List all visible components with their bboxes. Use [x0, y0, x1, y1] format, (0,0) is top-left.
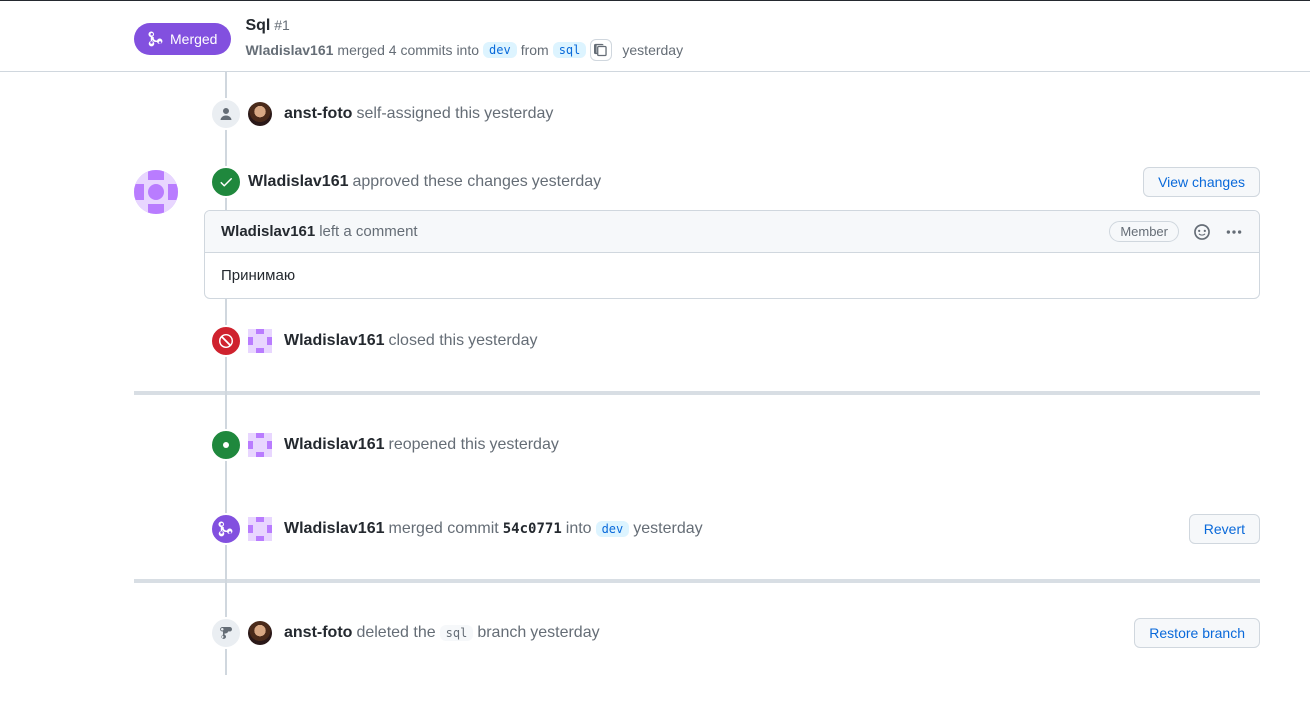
event-time[interactable]: yesterday — [489, 436, 558, 454]
divider — [134, 391, 1260, 395]
no-entry-icon — [210, 325, 242, 357]
event-closed: Wladislav161 closed this yesterday — [134, 299, 1260, 383]
review-block: Wladislav161 approved these changes yest… — [134, 156, 1260, 299]
state-merged-badge: Merged — [134, 23, 231, 55]
head-branch[interactable]: sql — [553, 42, 587, 58]
event-actor[interactable]: anst-foto — [284, 624, 352, 642]
base-branch[interactable]: dev — [483, 42, 517, 58]
avatar[interactable] — [248, 433, 272, 457]
event-merged: Wladislav161 merged commit 54c0771 into … — [134, 487, 1260, 571]
git-branch-icon — [210, 617, 242, 649]
event-branch-deleted: anst-foto deleted the sql branch yesterd… — [134, 591, 1260, 675]
avatar[interactable] — [248, 621, 272, 645]
comment-subtext: left a comment — [319, 223, 417, 240]
role-label: Member — [1109, 221, 1179, 242]
event-time[interactable]: yesterday — [530, 624, 599, 642]
event-text-1: merged commit — [389, 520, 499, 538]
meta-from-text: from — [521, 42, 549, 58]
divider — [134, 579, 1260, 583]
event-actor[interactable]: Wladislav161 — [284, 520, 385, 538]
meta-text-1: merged 4 commits into — [337, 42, 479, 58]
avatar[interactable] — [248, 517, 272, 541]
event-time[interactable]: yesterday — [484, 105, 553, 123]
event-text-1: deleted the — [356, 624, 435, 642]
comment-body: Принимаю — [205, 253, 1259, 298]
event-actor[interactable]: Wladislav161 — [284, 436, 385, 454]
event-self-assigned: anst-foto self-assigned this yesterday — [134, 72, 1260, 156]
git-merge-icon — [148, 31, 164, 47]
restore-branch-button[interactable]: Restore branch — [1134, 618, 1260, 648]
kebab-icon[interactable] — [1225, 223, 1243, 241]
dot-fill-icon — [210, 429, 242, 461]
comment-actor[interactable]: Wladislav161 — [221, 223, 315, 240]
commit-sha[interactable]: 54c0771 — [503, 521, 562, 537]
avatar[interactable] — [248, 329, 272, 353]
person-icon — [210, 98, 242, 130]
event-actor[interactable]: anst-foto — [284, 105, 352, 123]
event-time[interactable]: yesterday — [532, 173, 601, 191]
pr-header: Merged Sql #1 Wladislav161 merged 4 comm… — [0, 0, 1310, 72]
event-text: approved these changes — [353, 173, 528, 191]
event-actor[interactable]: Wladislav161 — [284, 332, 385, 350]
pr-title-row: Sql #1 — [245, 17, 683, 35]
event-text-2: into — [566, 520, 592, 538]
pr-number: #1 — [274, 17, 290, 33]
check-icon — [210, 166, 242, 198]
event-text-2: branch — [477, 624, 526, 642]
avatar[interactable] — [248, 102, 272, 126]
event-reopened: Wladislav161 reopened this yesterday — [134, 403, 1260, 487]
comment-box: Wladislav161 left a comment Member Прини… — [204, 210, 1260, 299]
pr-meta-line: Wladislav161 merged 4 commits into dev f… — [245, 39, 683, 61]
meta-timestamp[interactable]: yesterday — [622, 42, 683, 58]
emoji-icon[interactable] — [1193, 223, 1211, 241]
git-merge-icon — [210, 513, 242, 545]
event-time[interactable]: yesterday — [633, 520, 702, 538]
event-text: self-assigned this — [356, 105, 480, 123]
copy-branch-icon[interactable] — [590, 39, 612, 61]
deleted-branch: sql — [440, 625, 474, 641]
target-branch[interactable]: dev — [596, 521, 630, 537]
revert-button[interactable]: Revert — [1189, 514, 1260, 544]
event-text: reopened this — [389, 436, 486, 454]
event-actor[interactable]: Wladislav161 — [248, 173, 349, 191]
pr-title: Sql — [245, 17, 270, 34]
event-text: closed this — [389, 332, 465, 350]
view-changes-button[interactable]: View changes — [1143, 167, 1260, 197]
meta-actor[interactable]: Wladislav161 — [245, 42, 333, 58]
state-label: Merged — [170, 31, 217, 47]
event-time[interactable]: yesterday — [468, 332, 537, 350]
